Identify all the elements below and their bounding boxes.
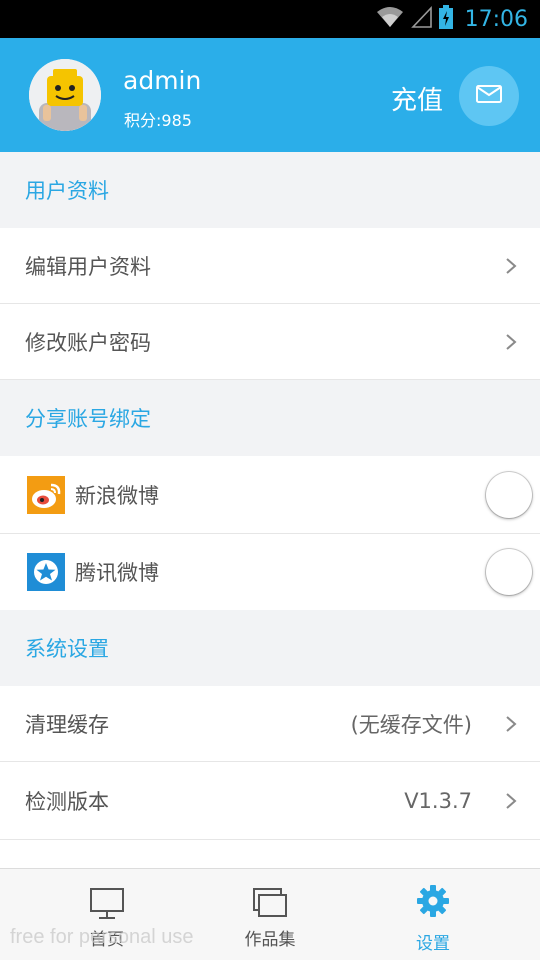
avatar[interactable]	[29, 59, 101, 131]
row-label: 编辑用户资料	[25, 254, 151, 279]
monitor-icon	[89, 887, 125, 925]
chevron-right-icon	[506, 715, 517, 732]
version-value: V1.3.7	[404, 788, 472, 813]
tencent-weibo-row: 腾讯微博	[0, 534, 540, 610]
row-label: 检测版本	[25, 789, 109, 814]
signal-icon	[410, 5, 433, 33]
row-label: 清理缓存	[25, 712, 109, 737]
change-password-row[interactable]: 修改账户密码	[0, 304, 540, 380]
row-label: 修改账户密码	[25, 330, 151, 355]
tab-label: 作品集	[244, 930, 296, 950]
gallery-icon	[252, 887, 288, 923]
cache-status: (无缓存文件)	[350, 712, 472, 737]
weibo-bind-toggle[interactable]	[486, 471, 532, 518]
section-title-profile: 用户资料	[0, 152, 540, 228]
clock: 17:06	[464, 6, 528, 32]
clear-cache-row[interactable]: 清理缓存 (无缓存文件)	[0, 686, 540, 762]
tab-label: 设置	[416, 934, 450, 954]
username: admin	[123, 66, 202, 95]
tencent-bind-toggle[interactable]	[486, 549, 532, 595]
partial-row	[0, 840, 540, 868]
gear-icon	[415, 883, 451, 923]
weibo-icon	[27, 475, 65, 514]
wifi-icon	[375, 5, 405, 33]
tab-settings[interactable]: 设置	[343, 869, 523, 960]
tab-gallery[interactable]: 作品集	[180, 869, 360, 960]
section-title-system: 系统设置	[0, 610, 540, 686]
chevron-right-icon	[506, 792, 517, 809]
chevron-right-icon	[506, 333, 517, 350]
edit-profile-row[interactable]: 编辑用户资料	[0, 228, 540, 304]
battery-icon	[438, 5, 453, 33]
status-bar: 17:06	[0, 0, 540, 38]
points-label: 积分:985	[124, 111, 192, 130]
watermark: free for personal use	[10, 926, 194, 948]
mail-icon	[476, 85, 502, 107]
chevron-right-icon	[506, 257, 517, 274]
check-version-row[interactable]: 检测版本 V1.3.7	[0, 762, 540, 840]
row-label: 腾讯微博	[75, 561, 159, 585]
tencent-weibo-icon	[27, 553, 65, 591]
section-title-binding: 分享账号绑定	[0, 380, 540, 456]
sina-weibo-row: 新浪微博	[0, 456, 540, 534]
row-label: 新浪微博	[75, 483, 159, 508]
message-button[interactable]	[459, 66, 519, 126]
user-header: admin 积分:985 充值	[0, 38, 540, 152]
recharge-button[interactable]: 充值	[391, 80, 443, 117]
